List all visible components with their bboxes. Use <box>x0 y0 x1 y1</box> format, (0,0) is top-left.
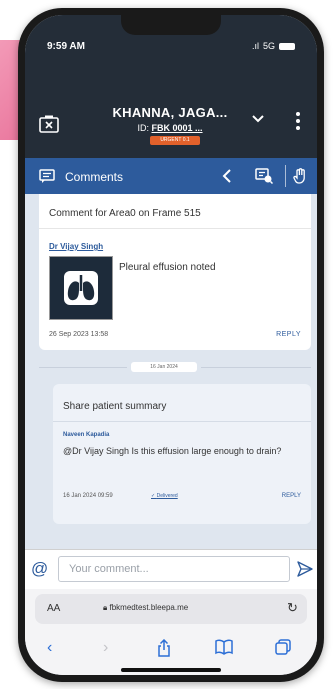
comment-composer: @ <box>25 549 317 590</box>
mention-button[interactable]: @ <box>31 559 48 579</box>
patient-id-prefix: ID: <box>137 123 149 133</box>
reader-button[interactable]: AA <box>47 603 60 614</box>
chevron-left-icon[interactable] <box>221 168 233 189</box>
date-separator-line <box>201 367 311 368</box>
reply-button[interactable]: REPLY <box>282 493 301 499</box>
tabs-icon[interactable] <box>275 639 291 660</box>
home-indicator <box>121 668 221 672</box>
app-header: 9:59 AM .ıl 5G KHANNA, JAGA... ID: FBK 0… <box>25 15 317 158</box>
notch <box>121 15 221 35</box>
toolbar-divider <box>285 165 286 187</box>
status-time: 9:59 AM <box>47 41 85 52</box>
close-patient-icon[interactable] <box>39 115 59 133</box>
comment-title: Comment for Area0 on Frame 515 <box>49 208 201 219</box>
comment-text: @Dr Vijay Singh Is this effusion large e… <box>63 446 282 456</box>
comment-card: Share patient summary Naveen Kapadia @Dr… <box>53 384 311 524</box>
delivered-status: ✓ Delivered <box>151 493 178 499</box>
comment-date: 16 Jan 2024 09:59 <box>63 493 113 499</box>
status-badge: URGENT 0.1 <box>150 136 200 145</box>
comment-text: Pleural effusion noted <box>119 262 216 273</box>
comment-date: 26 Sep 2023 13:58 <box>49 331 109 338</box>
comment-input[interactable] <box>58 556 290 582</box>
comments-list[interactable]: Comment for Area0 on Frame 515 Dr Vijay … <box>25 194 317 549</box>
divider <box>39 228 311 229</box>
divider <box>53 421 311 422</box>
comments-title: Comments <box>65 170 124 184</box>
comments-bar: Comments <box>25 158 317 194</box>
toolbox-icon[interactable] <box>255 168 274 189</box>
date-separator: 16 Jan 2024 <box>131 362 197 372</box>
patient-id-value[interactable]: FBK 0001 ... <box>152 123 203 133</box>
date-separator-line <box>39 367 127 368</box>
chevron-down-icon[interactable] <box>251 112 265 126</box>
address-bar[interactable]: AA 🔒︎ fbkmedtest.bleepa.me ↻ <box>35 594 307 624</box>
comment-title: Share patient summary <box>63 401 167 412</box>
comment-author[interactable]: Dr Vijay Singh <box>49 242 103 251</box>
comment-icon <box>39 169 55 188</box>
more-vertical-icon[interactable] <box>295 111 301 131</box>
frame-thumbnail[interactable] <box>49 256 113 320</box>
lungs-icon <box>64 271 98 305</box>
send-icon[interactable] <box>297 561 313 582</box>
reply-button[interactable]: REPLY <box>276 331 301 338</box>
browser-nav: ‹ › <box>25 638 317 662</box>
bookmarks-icon[interactable] <box>215 639 233 660</box>
delivered-label: Delivered <box>156 493 178 499</box>
phone-frame: 9:59 AM .ıl 5G KHANNA, JAGA... ID: FBK 0… <box>18 8 324 682</box>
url-value: fbkmedtest.bleepa.me <box>109 603 189 612</box>
share-icon[interactable] <box>157 638 171 662</box>
battery-icon <box>279 42 295 50</box>
status-indicators: .ıl 5G <box>252 41 295 51</box>
comment-author[interactable]: Naveen Kapadia <box>63 432 109 438</box>
screen: 9:59 AM .ıl 5G KHANNA, JAGA... ID: FBK 0… <box>25 15 317 675</box>
comment-card: Comment for Area0 on Frame 515 Dr Vijay … <box>39 194 311 350</box>
forward-icon[interactable]: › <box>103 639 108 657</box>
patient-name[interactable]: KHANNA, JAGA... <box>105 105 235 120</box>
url-text: 🔒︎ fbkmedtest.bleepa.me <box>103 603 188 613</box>
browser-toolbar: AA 🔒︎ fbkmedtest.bleepa.me ↻ ‹ › <box>25 589 317 675</box>
patient-id: ID: FBK 0001 ... <box>105 123 235 133</box>
reload-icon[interactable]: ↻ <box>287 600 298 616</box>
signal-icon: .ıl <box>251 41 259 51</box>
hand-icon[interactable] <box>293 168 307 189</box>
network-label: 5G <box>262 41 275 51</box>
back-icon[interactable]: ‹ <box>47 639 52 657</box>
